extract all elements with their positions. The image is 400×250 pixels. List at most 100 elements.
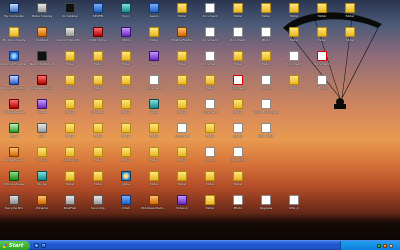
desktop-icon[interactable]: Copy Photograph [253,99,279,121]
desktop-icon[interactable]: photo [199,147,221,169]
desktop-icon[interactable]: folder [311,3,333,25]
desktop-icon[interactable]: folder [171,51,193,73]
desktop-icon[interactable]: Picasa [31,99,53,121]
desktop-icon[interactable]: Custom ShellTools [57,27,83,49]
desktop-icon[interactable]: document [311,51,333,73]
desktop-icon[interactable]: SEVEN [87,3,109,25]
desktop-icon[interactable]: My Computer [3,3,25,25]
desktop-icon[interactable]: folder [59,51,81,73]
desktop-icon[interactable]: folder [59,171,81,193]
desktop-icon[interactable]: Adobe Reader [3,99,25,121]
desktop-icon[interactable]: document [199,51,221,73]
desktop-icon[interactable]: document [199,3,221,25]
desktop-icon[interactable]: DVD Shrink [87,27,109,49]
desktop-icon[interactable]: Meter Display [31,3,53,25]
desktop-icon[interactable]: folder [199,75,221,97]
desktop-icon[interactable]: Photo [255,27,277,49]
desktop-icon[interactable]: Uninstaller [59,3,81,25]
tray-volume-icon[interactable] [389,243,393,248]
desktop-icon[interactable]: document [171,123,193,145]
desktop-icon[interactable]: folder [339,3,361,25]
desktop-icon[interactable]: Recycle Bin [3,195,25,217]
desktop-icon[interactable]: Ordner [31,147,53,169]
desktop-icon[interactable]: folder [227,171,249,193]
desktop-icon[interactable]: folder [311,27,333,49]
desktop-icon[interactable]: document [143,75,165,97]
desktop-icon[interactable]: folder [143,171,165,193]
desktop-icon[interactable]: Sync [115,3,137,25]
desktop-icon[interactable]: folder [199,195,221,217]
desktop-icon[interactable]: Gaba [143,99,165,121]
start-button[interactable]: Start [0,240,30,250]
desktop-icon[interactable]: Keypass [255,195,277,217]
desktop-icon[interactable]: Video-X [171,195,193,217]
desktop-icon[interactable]: folder [171,147,193,169]
desktop-icon[interactable]: folder [143,27,165,49]
desktop-icon[interactable]: folder [255,3,277,25]
desktop-icon[interactable]: document [199,99,221,121]
desktop-icon[interactable]: Photo [311,75,333,97]
desktop-icon[interactable]: folder [143,123,165,145]
desktop-icon[interactable]: folder [283,3,305,25]
desktop-icon[interactable]: Shopping [59,147,81,169]
desktop-icon[interactable]: Mozilla Firefox [171,27,193,49]
desktop-icon[interactable]: folder [255,51,277,73]
desktop-icon[interactable]: globe [115,171,137,193]
desktop-icon[interactable]: folder [339,27,361,49]
desktop-icon[interactable]: Windows Media Player [141,195,167,217]
desktop-icon[interactable]: folder [227,3,249,25]
desktop-icon[interactable]: mlAC [115,195,137,217]
desktop-icon[interactable]: Picture Viewer [3,171,25,193]
desktop-icon[interactable]: folder [171,171,193,193]
desktop-icon[interactable]: folder [87,171,109,193]
desktop-icon[interactable]: Soundrip [87,195,109,217]
desktop-icon[interactable]: folder [171,3,193,25]
desktop-icon[interactable]: folder [115,75,137,97]
show-desktop-icon[interactable] [41,243,46,248]
desktop-icon[interactable]: DVDx [115,27,137,49]
desktop-icon[interactable]: Microsoft Outlook [1,75,27,97]
desktop-icon[interactable]: photo [255,75,277,97]
desktop-icon[interactable]: document [199,27,221,49]
desktop-icon[interactable]: folder [59,75,81,97]
desktop-icon[interactable]: folder [87,51,109,73]
desktop-icon[interactable]: document [227,27,249,49]
internet-explorer-icon[interactable] [34,243,39,248]
desktop-icon[interactable]: DiskFisk [59,195,81,217]
desktop-icon[interactable]: folder [87,75,109,97]
desktop-icon[interactable]: Media Player [3,147,25,169]
tray-app-icon[interactable] [383,243,387,248]
desktop-icon[interactable]: folder [171,99,193,121]
desktop-icon[interactable]: Internet Explorer [1,51,27,73]
desktop-icon[interactable]: folder [171,75,193,97]
desktop-icon[interactable]: folder [227,99,249,121]
desktop-icon[interactable]: folder [59,123,81,145]
desktop-icon[interactable]: DSC_2716 [227,147,249,169]
desktop-icon[interactable]: Originals [87,99,109,121]
desktop-icon[interactable]: photo [227,123,249,145]
desktop-icon[interactable]: folder [87,123,109,145]
desktop-icon[interactable]: My Documents [3,27,25,49]
desktop-icon[interactable]: folder [227,51,249,73]
desktop-icon[interactable]: folder [115,51,137,73]
desktop-icon[interactable]: dvd [143,51,165,73]
desktop-icon[interactable]: document [283,51,305,73]
desktop-icon[interactable]: folder [283,75,305,97]
desktop-icon[interactable]: folder [115,123,137,145]
desktop-icon[interactable]: folder [199,171,221,193]
desktop-icon[interactable]: folder [199,123,221,145]
desktop[interactable]: My Computer Meter Display Uninstaller SEVEN… [0,0,400,240]
desktop-icon[interactable]: Photo [227,195,249,217]
desktop-icon[interactable]: Skype [31,171,53,193]
desktop-icon[interactable]: folder [59,99,81,121]
desktop-icon[interactable]: Portable Antivirus [29,75,55,97]
desktop-icon[interactable]: document [227,75,249,97]
desktop-icon[interactable]: folder [115,99,137,121]
desktop-icon[interactable]: folder [143,147,165,169]
tray-network-icon[interactable] [377,243,381,248]
desktop-icon[interactable]: Gears [143,3,165,25]
desktop-icon[interactable]: Winamp [31,195,53,217]
desktop-icon[interactable]: folder [87,147,109,169]
desktop-icon[interactable]: DSC_2716 [255,123,277,145]
desktop-icon[interactable]: IMG_4 [283,195,305,217]
